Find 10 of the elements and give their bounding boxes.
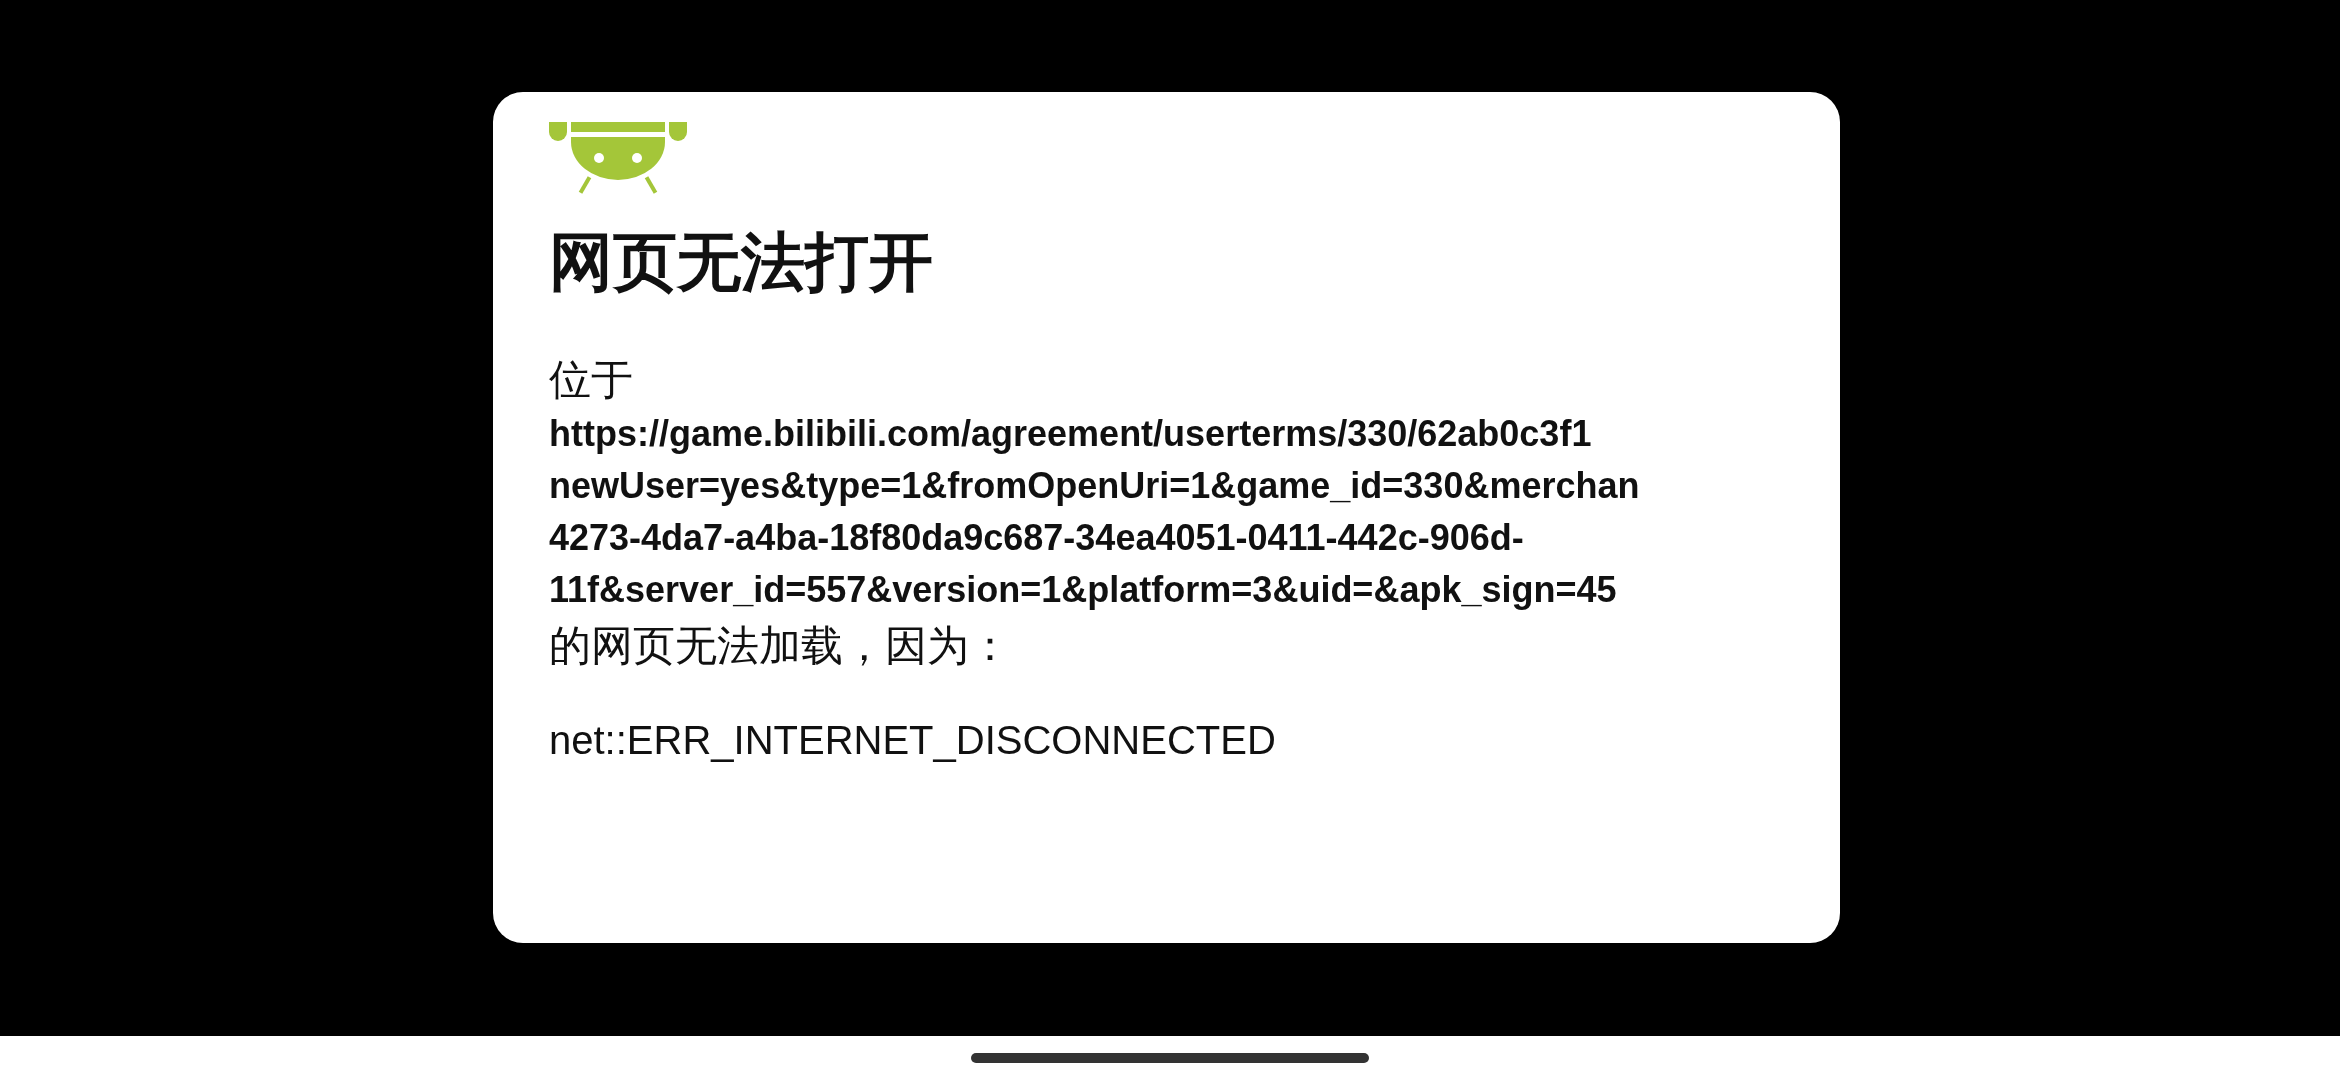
home-handle[interactable] — [971, 1053, 1369, 1063]
reason-text: 的网页无法加载，因为： — [549, 620, 1012, 672]
url-text: https://game.bilibili.com/agreement/userterms/330/62ab0c3f1 — [549, 412, 1592, 456]
robot-icon — [549, 122, 687, 194]
url-text: newUser=yes&type=1&fromOpenUri=1&game_id=330&merchan — [549, 464, 1640, 508]
page-title: 网页无法打开 — [549, 224, 934, 301]
url-text: 11f&server_id=557&version=1&platform=3&uid=&apk_sign=45 — [549, 568, 1617, 612]
located-label: 位于 — [549, 354, 634, 406]
error-code: net::ERR_INTERNET_DISCONNECTED — [549, 717, 1277, 764]
url-text: 4273-4da7-a4ba-18f80da9c687-34ea4051-0411-442c-906d- — [549, 516, 1524, 560]
